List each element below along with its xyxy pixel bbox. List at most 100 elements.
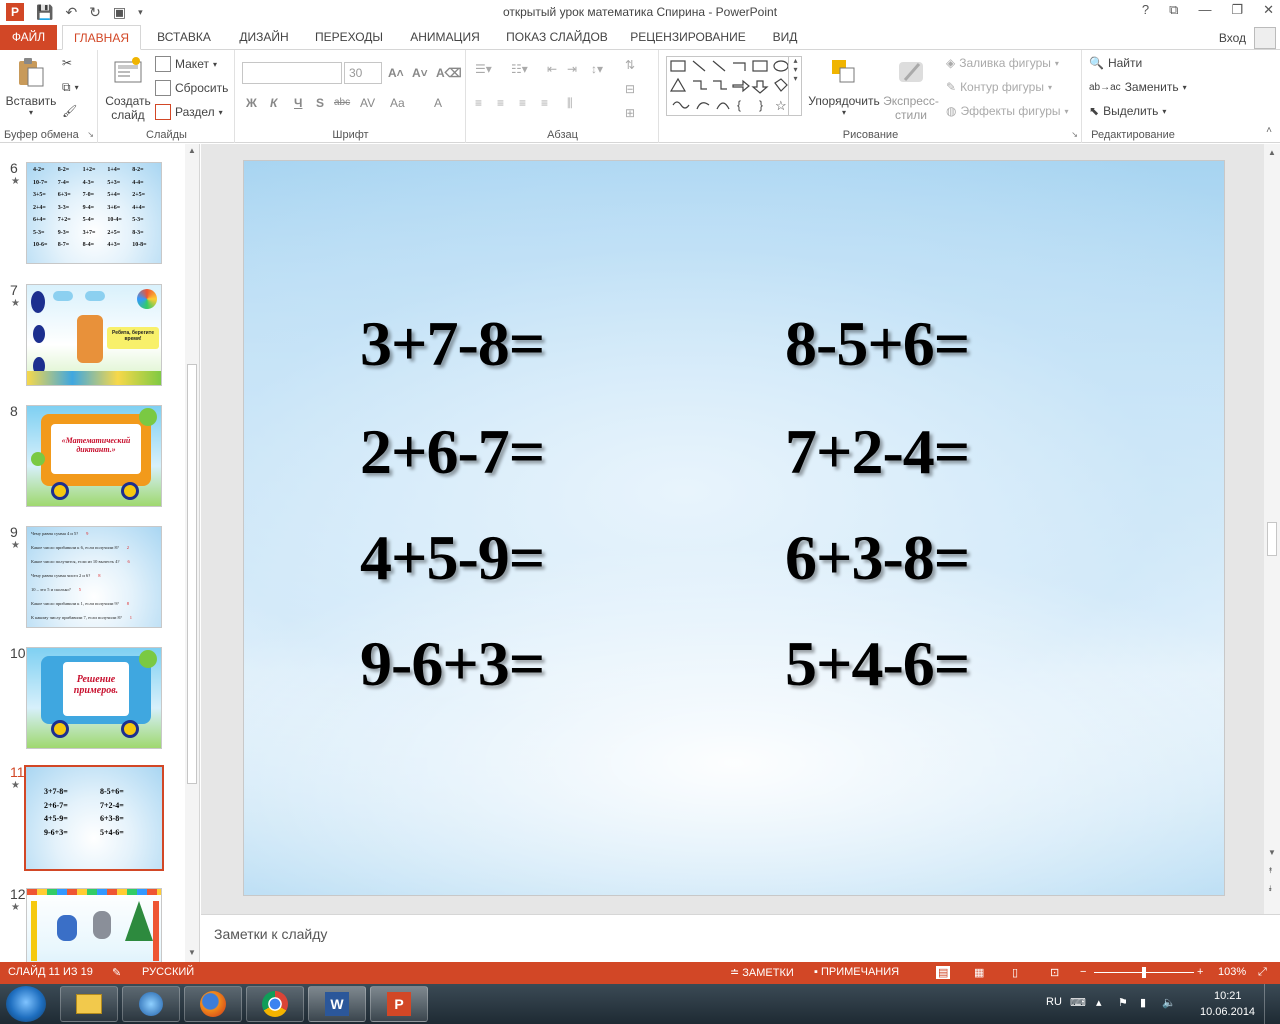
collapse-ribbon-icon[interactable]: ˄ (1266, 125, 1272, 136)
fit-slide-icon[interactable]: ⤢ (1258, 966, 1267, 979)
bold-button[interactable]: Ж (246, 96, 257, 110)
avatar[interactable] (1254, 27, 1276, 49)
start-button[interactable] (6, 986, 46, 1022)
zoom-level[interactable]: 103% (1218, 966, 1246, 978)
shapes-scroll-icon[interactable]: ▴ ▾ ▾ (788, 56, 802, 116)
tab-transitions[interactable]: ПЕРЕХОДЫ (306, 25, 392, 50)
strikethrough-button[interactable]: abc (334, 97, 350, 108)
next-slide-icon[interactable]: ⯯ (1268, 884, 1273, 894)
tab-home[interactable]: ГЛАВНАЯ (62, 25, 141, 50)
shape-effects-button[interactable]: ◍ Эффекты фигуры ▾ (946, 104, 1069, 118)
tab-animations[interactable]: АНИМАЦИЯ (396, 25, 494, 50)
dialog-launcher-icon[interactable]: ↘ (87, 130, 94, 139)
current-slide[interactable]: 3+7-8= 2+6-7= 4+5-9= 9-6+3= 8-5+6= 7+2-4… (243, 160, 1225, 896)
grow-font-icon[interactable]: A˄ (388, 66, 404, 80)
quick-styles-button[interactable]: Экспресс- стили (880, 56, 942, 122)
smartart-icon[interactable]: ⊞ (625, 106, 635, 120)
close-button[interactable]: ✕ (1263, 2, 1274, 18)
word-taskbar-button[interactable]: W (308, 986, 366, 1022)
italic-button[interactable]: К (270, 96, 277, 110)
tab-view[interactable]: ВИД (760, 25, 810, 50)
spellcheck-icon[interactable]: ✎ (112, 966, 121, 979)
decrease-indent-icon[interactable]: ⇤ (547, 62, 557, 76)
text-direction-icon[interactable]: ⇅ (625, 58, 635, 72)
equation-left-2[interactable]: 2+6-7= (360, 415, 545, 489)
increase-indent-icon[interactable]: ⇥ (567, 62, 577, 76)
thumbnails-scrollbar[interactable]: ▲ ▼ (185, 144, 199, 962)
slideshow-icon[interactable]: ⊡ (1050, 966, 1059, 979)
justify-icon[interactable]: ≡ (541, 96, 548, 110)
powerpoint-taskbar-button[interactable]: P (370, 986, 428, 1022)
normal-view-icon[interactable]: ▤ (936, 966, 951, 979)
font-name-combo[interactable] (242, 62, 342, 84)
ribbon-display-button[interactable]: ⧉ (1169, 2, 1178, 18)
line-spacing-icon[interactable]: ↕▾ (591, 62, 603, 76)
reset-button[interactable]: Сбросить (155, 80, 228, 96)
show-hidden-icons[interactable]: ▴ (1096, 996, 1102, 1009)
clock-date[interactable]: 10.06.2014 (1200, 1006, 1255, 1018)
language-indicator[interactable]: РУССКИЙ (142, 966, 194, 978)
paste-dropdown-icon[interactable]: ▾ (4, 108, 58, 117)
shape-fill-button[interactable]: ◈ Заливка фигуры ▾ (946, 56, 1059, 70)
action-center-icon[interactable]: ⚑ (1118, 996, 1128, 1009)
equation-right-1[interactable]: 8-5+6= (785, 307, 970, 381)
equation-right-2[interactable]: 7+2-4= (785, 415, 970, 489)
tab-slideshow[interactable]: ПОКАЗ СЛАЙДОВ (498, 25, 616, 50)
media-player-taskbar-button[interactable] (122, 986, 180, 1022)
tab-design[interactable]: ДИЗАЙН (226, 25, 302, 50)
bullets-icon[interactable]: ☰▾ (475, 62, 492, 76)
scroll-down-icon[interactable]: ▼ (1268, 848, 1276, 857)
notes-pane[interactable]: Заметки к слайду (201, 914, 1280, 962)
sign-in-link[interactable]: Вход (1219, 31, 1246, 45)
notes-toggle[interactable]: ≐ ЗАМЕТКИ (730, 966, 794, 979)
columns-icon[interactable]: ⫼ (567, 96, 573, 111)
change-case-button[interactable]: Aa (390, 96, 405, 110)
shadow-button[interactable]: S (316, 96, 324, 110)
zoom-in-icon[interactable]: + (1197, 966, 1203, 978)
dialog-launcher-icon[interactable]: ↘ (1071, 130, 1078, 139)
help-button[interactable]: ? (1142, 2, 1149, 18)
copy-icon[interactable]: ⧉ ▾ (62, 80, 79, 95)
align-center-icon[interactable]: ≡ (497, 96, 504, 110)
show-desktop-button[interactable] (1264, 984, 1280, 1024)
align-right-icon[interactable]: ≡ (519, 96, 526, 110)
shape-outline-button[interactable]: ✎ Контур фигуры ▾ (946, 80, 1052, 94)
char-spacing-button[interactable]: AV (360, 96, 375, 110)
volume-icon[interactable]: 🔈 (1162, 996, 1176, 1009)
clock-time[interactable]: 10:21 (1214, 990, 1242, 1002)
align-left-icon[interactable]: ≡ (475, 96, 482, 110)
find-button[interactable]: 🔍 Найти (1089, 56, 1142, 70)
clear-format-icon[interactable]: A⌫ (436, 66, 462, 80)
section-button[interactable]: Раздел ▾ (155, 104, 223, 120)
explorer-taskbar-button[interactable] (60, 986, 118, 1022)
keyboard-icon[interactable]: ⌨ (1070, 996, 1086, 1009)
equation-left-1[interactable]: 3+7-8= (360, 307, 545, 381)
arrange-button[interactable]: Упорядочить ▾ (806, 56, 882, 117)
replace-button[interactable]: ab→ac Заменить ▾ (1089, 80, 1187, 94)
restore-button[interactable]: ❐ (1231, 2, 1243, 18)
slide-sorter-icon[interactable]: ▦ (974, 966, 984, 979)
shrink-font-icon[interactable]: A˅ (412, 66, 428, 80)
equation-right-4[interactable]: 5+4-6= (785, 627, 970, 701)
chrome-taskbar-button[interactable] (246, 986, 304, 1022)
network-icon[interactable]: ▮ (1140, 996, 1146, 1009)
layout-button[interactable]: Макет ▾ (155, 56, 217, 72)
font-color-button[interactable]: A (434, 96, 442, 110)
numbering-icon[interactable]: ☷▾ (511, 62, 528, 76)
firefox-taskbar-button[interactable] (184, 986, 242, 1022)
previous-slide-icon[interactable]: ⯭ (1268, 866, 1273, 876)
scrollbar-thumb[interactable] (1267, 522, 1277, 556)
input-language[interactable]: RU (1046, 996, 1062, 1008)
scroll-down-icon[interactable]: ▼ (188, 948, 196, 957)
minimize-button[interactable]: — (1198, 2, 1211, 18)
equation-left-3[interactable]: 4+5-9= (360, 521, 545, 595)
scroll-up-icon[interactable]: ▲ (1268, 148, 1276, 157)
font-size-combo[interactable]: 30 (344, 62, 382, 84)
editor-scrollbar[interactable]: ▲ ▼ ⯭ ⯯ (1264, 144, 1280, 914)
align-text-icon[interactable]: ⊟ (625, 82, 635, 96)
new-slide-button[interactable]: Создать слайд (103, 56, 153, 122)
shapes-gallery[interactable]: {} ☆ (666, 56, 802, 116)
paste-button[interactable]: Вставить ▾ (4, 56, 58, 117)
select-button[interactable]: ⬉ Выделить ▾ (1089, 104, 1166, 118)
tab-review[interactable]: РЕЦЕНЗИРОВАНИЕ (620, 25, 756, 50)
